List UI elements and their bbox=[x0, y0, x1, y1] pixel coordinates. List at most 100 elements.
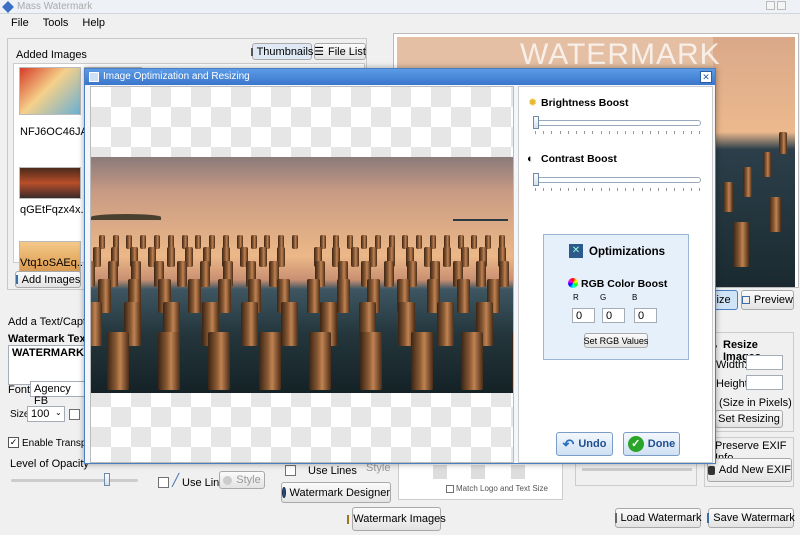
width-input[interactable] bbox=[746, 355, 783, 370]
pier-post bbox=[337, 279, 351, 313]
b-input[interactable]: 0 bbox=[634, 308, 657, 323]
transparency-check-icon[interactable]: ✓ bbox=[8, 437, 19, 448]
save-watermark-button[interactable]: Save Watermark bbox=[707, 508, 795, 528]
optimizations-title: Optimizations bbox=[589, 246, 666, 258]
watermark-text-value: WATERMARK bbox=[12, 347, 84, 359]
contrast-label: Contrast Boost bbox=[541, 153, 617, 165]
brightness-slider[interactable] bbox=[533, 120, 701, 126]
preview-post bbox=[723, 182, 733, 212]
camera-icon bbox=[708, 465, 715, 475]
pier-post bbox=[471, 235, 478, 249]
menu-tools[interactable]: Tools bbox=[43, 17, 69, 29]
preview-label: Preview bbox=[753, 294, 793, 306]
g-value: 0 bbox=[606, 310, 613, 322]
b-label: B bbox=[632, 293, 638, 302]
thumbnails-tab[interactable]: Thumbnails bbox=[250, 43, 313, 60]
contrast-tick bbox=[584, 188, 586, 191]
add-images-button[interactable]: Add Images bbox=[15, 271, 81, 288]
brightness-slider-thumb[interactable] bbox=[533, 116, 539, 129]
add-exif-label: Add New EXIF bbox=[718, 464, 791, 476]
set-resizing-button[interactable]: Set Resizing bbox=[715, 410, 783, 428]
contrast-tick bbox=[592, 188, 594, 191]
pier-post bbox=[107, 332, 129, 390]
pier-post bbox=[476, 261, 486, 287]
undo-label: Undo bbox=[578, 438, 607, 450]
image-preview-area bbox=[90, 86, 514, 463]
contrast-tick bbox=[641, 188, 643, 191]
done-label: Done bbox=[647, 438, 676, 450]
set-resizing-label: Set Resizing bbox=[718, 413, 780, 425]
set-rgb-button[interactable]: Set RGB Values bbox=[584, 333, 648, 348]
set-rgb-label: Set RGB Values bbox=[583, 335, 649, 346]
minimize-button[interactable] bbox=[766, 1, 775, 10]
fill-checkbox[interactable] bbox=[69, 409, 80, 420]
menu-bar: File Tools Help bbox=[0, 14, 800, 32]
designer-icon bbox=[282, 487, 286, 498]
contrast-slider[interactable] bbox=[533, 177, 701, 183]
close-button[interactable] bbox=[777, 1, 786, 10]
horizon-land bbox=[91, 214, 161, 220]
done-button[interactable]: ✓ Done bbox=[623, 432, 680, 456]
style-button[interactable]: Style bbox=[219, 471, 265, 489]
watermark-text-input[interactable]: WATERMARK bbox=[8, 345, 88, 385]
optimizations-icon: ✕ bbox=[569, 244, 583, 258]
pier-post bbox=[461, 332, 484, 390]
style-icon bbox=[223, 475, 233, 485]
logo-preview-box: Match Logo and Text Size bbox=[398, 460, 563, 500]
match-size-checkbox[interactable] bbox=[446, 485, 454, 493]
use-lines-checkbox-2[interactable] bbox=[285, 465, 296, 476]
pier-post bbox=[208, 332, 231, 390]
brightness-tick bbox=[567, 131, 569, 134]
pier-post bbox=[195, 235, 202, 249]
add-exif-button[interactable]: Add New EXIF bbox=[707, 458, 792, 482]
menu-file[interactable]: File bbox=[11, 17, 29, 29]
brightness-tick bbox=[666, 131, 668, 134]
watermark-images-button[interactable]: Watermark Images bbox=[347, 507, 446, 531]
r-input[interactable]: 0 bbox=[572, 308, 595, 323]
watermark-designer-button[interactable]: Watermark Designer bbox=[281, 482, 391, 503]
done-check-icon: ✓ bbox=[627, 436, 644, 452]
height-input[interactable] bbox=[746, 375, 783, 390]
contrast-tick bbox=[649, 188, 651, 191]
contrast-tick bbox=[559, 188, 561, 191]
thumbnail-item[interactable] bbox=[19, 167, 81, 199]
add-images-label: Add Images bbox=[21, 273, 81, 286]
use-lines-label-2: Use Lines bbox=[308, 465, 357, 477]
g-input[interactable]: 0 bbox=[602, 308, 625, 323]
watermark-images-label: Watermark Images bbox=[353, 513, 446, 525]
brightness-tick bbox=[674, 131, 676, 134]
preview-button[interactable]: Preview bbox=[741, 290, 794, 310]
pier-post bbox=[258, 332, 281, 390]
contrast-tick bbox=[666, 188, 668, 191]
pier-post bbox=[442, 247, 451, 267]
opacity-slider[interactable] bbox=[11, 479, 138, 482]
contrast-tick bbox=[600, 188, 602, 191]
file-list-tab[interactable]: ☰ File List bbox=[314, 43, 366, 60]
contrast-tick bbox=[551, 188, 553, 191]
preview-post bbox=[733, 222, 749, 267]
g-label: G bbox=[600, 293, 607, 302]
contrast-tick bbox=[633, 188, 635, 191]
logo-bar bbox=[471, 465, 485, 479]
undo-button[interactable]: ↶ Undo bbox=[556, 432, 613, 456]
menu-help[interactable]: Help bbox=[82, 17, 105, 29]
font-select[interactable]: Agency FB bbox=[30, 381, 88, 407]
right-preview-image bbox=[713, 37, 795, 287]
preview-post bbox=[743, 167, 752, 197]
pier-post bbox=[384, 261, 394, 287]
pier-post bbox=[140, 235, 147, 249]
use-lines-checkbox[interactable] bbox=[158, 477, 169, 488]
thumbnail-item[interactable] bbox=[19, 67, 81, 115]
opacity-slider-thumb[interactable] bbox=[104, 473, 111, 486]
contrast-tick bbox=[543, 188, 545, 191]
load-watermark-button[interactable]: Load Watermark bbox=[614, 508, 701, 528]
contrast-tick bbox=[576, 188, 577, 191]
preview-post bbox=[763, 152, 771, 177]
added-images-title: Added Images bbox=[16, 49, 87, 61]
dialog-close-button[interactable]: ✕ bbox=[700, 71, 712, 83]
exif-panel: Preserve EXIF Info Add New EXIF bbox=[704, 437, 794, 487]
match-size-label: Match Logo and Text Size bbox=[456, 484, 548, 493]
pier-post bbox=[187, 279, 201, 313]
preview-post bbox=[769, 197, 781, 232]
contrast-slider-thumb[interactable] bbox=[533, 173, 539, 186]
